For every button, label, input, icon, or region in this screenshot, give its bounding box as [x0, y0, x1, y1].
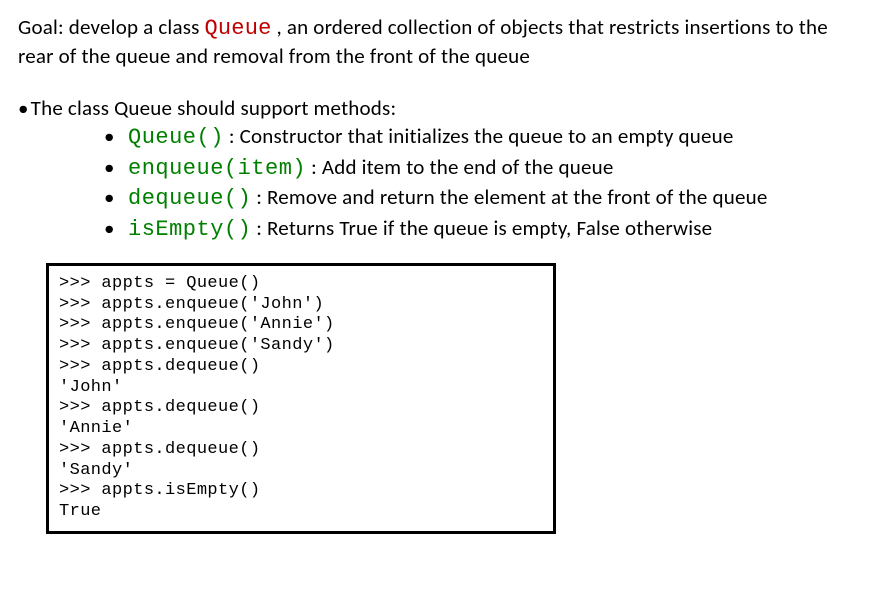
method-sep: : — [224, 123, 240, 149]
method-desc-dequeue: Remove and return the element at the fro… — [267, 184, 767, 210]
methods-list: Queue() : Constructor that initializes t… — [18, 123, 861, 243]
methods-intro: The class Queue should support methods: — [18, 95, 861, 121]
method-item-queue: Queue() : Constructor that initializes t… — [104, 123, 861, 152]
method-item-dequeue: dequeue() : Remove and return the elemen… — [104, 184, 861, 213]
method-sep: : — [251, 215, 267, 241]
method-sep: : — [306, 154, 322, 180]
method-sig-enqueue: enqueue(item) — [128, 156, 306, 181]
method-desc-queue: Constructor that initializes the queue t… — [240, 123, 734, 149]
method-desc-isempty: Returns True if the queue is empty, Fals… — [267, 215, 712, 241]
method-sig-isempty: isEmpty() — [128, 217, 251, 242]
method-item-isempty: isEmpty() : Returns True if the queue is… — [104, 215, 861, 244]
goal-prefix: Goal: develop a class — [18, 14, 205, 40]
code-example-box: >>> appts = Queue() >>> appts.enqueue('J… — [46, 263, 556, 534]
method-item-enqueue: enqueue(item) : Add item to the end of t… — [104, 154, 861, 183]
method-desc-enqueue: Add item to the end of the queue — [322, 154, 614, 180]
method-sig-dequeue: dequeue() — [128, 186, 251, 211]
method-sep: : — [251, 184, 267, 210]
goal-paragraph: Goal: develop a class Queue , an ordered… — [18, 14, 861, 69]
class-name-queue: Queue — [205, 16, 272, 41]
code-example: >>> appts = Queue() >>> appts.enqueue('J… — [59, 274, 543, 523]
method-sig-queue: Queue() — [128, 125, 224, 150]
